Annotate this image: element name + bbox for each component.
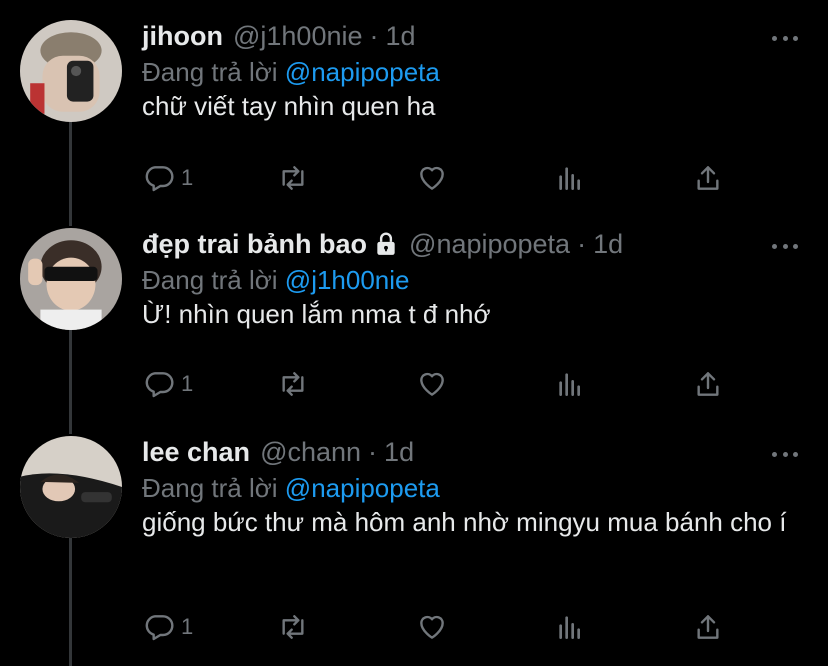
retweet-button[interactable] — [277, 160, 309, 196]
share-icon — [697, 372, 719, 396]
tweet[interactable]: lee chan @chann · 1d Đang trả lời @napip… — [0, 434, 828, 666]
retweet-icon — [282, 372, 304, 396]
like-icon — [420, 372, 444, 396]
avatar-image — [20, 436, 122, 538]
action-bar: 1 — [0, 160, 828, 196]
views-button[interactable] — [554, 160, 586, 196]
tweet-header: đẹp trai bảnh bao @napipopeta · 1d — [142, 226, 623, 262]
lock-icon — [377, 232, 395, 255]
tweet-header: jihoon @j1h00nie · 1d — [142, 18, 416, 54]
tweet[interactable]: jihoon @j1h00nie · 1d Đang trả lời @napi… — [0, 18, 828, 208]
views-button[interactable] — [554, 609, 586, 645]
retweet-button[interactable] — [277, 609, 309, 645]
reply-icon — [145, 166, 174, 192]
timestamp[interactable]: 1d — [384, 434, 414, 470]
display-name[interactable]: đẹp trai bảnh bao — [142, 226, 367, 262]
share-icon — [697, 166, 719, 190]
avatar[interactable] — [20, 228, 122, 330]
share-icon — [697, 615, 719, 639]
replying-to-label: Đang trả lời — [142, 473, 278, 503]
like-button[interactable] — [416, 366, 448, 402]
display-name[interactable]: jihoon — [142, 18, 223, 54]
retweet-icon — [282, 166, 304, 190]
tweet-text: chữ viết tay nhìn quen ha — [142, 91, 436, 121]
separator-dot: · — [577, 229, 587, 259]
like-button[interactable] — [416, 160, 448, 196]
views-icon — [559, 373, 580, 396]
action-bar: 1 — [0, 609, 828, 645]
replying-to: Đang trả lời @j1h00nie — [142, 262, 410, 298]
reply-button[interactable]: 1 — [143, 609, 193, 645]
reply-icon — [145, 615, 174, 641]
replying-to: Đang trả lời @napipopeta — [142, 470, 440, 506]
like-button[interactable] — [416, 609, 448, 645]
reply-button[interactable]: 1 — [143, 366, 193, 402]
views-icon — [559, 167, 580, 190]
user-handle[interactable]: @j1h00nie — [233, 18, 363, 54]
views-icon — [559, 616, 580, 639]
tweet-header: lee chan @chann · 1d — [142, 434, 414, 470]
like-icon — [420, 615, 444, 639]
more-icon[interactable] — [772, 244, 798, 252]
mention-link[interactable]: @j1h00nie — [285, 265, 410, 295]
like-icon — [420, 166, 444, 190]
avatar[interactable] — [20, 20, 122, 122]
timestamp[interactable]: 1d — [386, 18, 416, 54]
tweet-text: Ừ! nhìn quen lắm nma t đ nhớ — [142, 299, 491, 329]
avatar[interactable] — [20, 436, 122, 538]
more-icon[interactable] — [772, 452, 798, 460]
timestamp[interactable]: 1d — [593, 226, 623, 262]
mention-link[interactable]: @napipopeta — [285, 473, 440, 503]
tweet-text: giống bức thư mà hôm anh nhờ mingyu mua … — [142, 507, 787, 537]
replying-to-label: Đang trả lời — [142, 57, 278, 87]
reply-count: 1 — [181, 614, 194, 639]
avatar-image — [20, 228, 122, 330]
avatar-image — [20, 20, 122, 122]
user-handle[interactable]: @chann — [260, 434, 361, 470]
share-button[interactable] — [692, 160, 724, 196]
retweet-button[interactable] — [277, 366, 309, 402]
more-icon[interactable] — [772, 36, 798, 44]
replying-to: Đang trả lời @napipopeta — [142, 54, 440, 90]
share-button[interactable] — [692, 609, 724, 645]
reply-icon — [145, 372, 174, 398]
views-button[interactable] — [554, 366, 586, 402]
reply-button[interactable]: 1 — [143, 160, 193, 196]
user-handle[interactable]: @napipopeta — [409, 226, 570, 262]
display-name[interactable]: lee chan — [142, 434, 250, 470]
action-bar: 1 — [0, 366, 828, 402]
replying-to-label: Đang trả lời — [142, 265, 278, 295]
separator-dot: · — [369, 21, 379, 51]
reply-count: 1 — [181, 165, 194, 190]
mention-link[interactable]: @napipopeta — [285, 57, 440, 87]
separator-dot: · — [368, 437, 378, 467]
share-button[interactable] — [692, 366, 724, 402]
retweet-icon — [282, 615, 304, 639]
reply-count: 1 — [181, 371, 194, 396]
tweet[interactable]: đẹp trai bảnh bao @napipopeta · 1d Đang … — [0, 226, 828, 416]
